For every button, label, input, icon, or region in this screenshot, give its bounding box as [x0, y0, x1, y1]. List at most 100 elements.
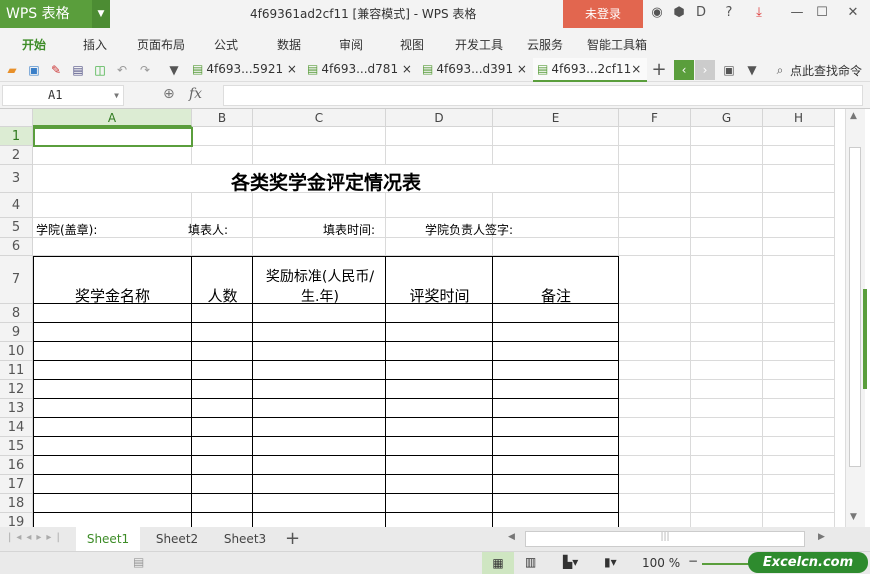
cell[interactable] — [691, 494, 763, 513]
close-tab-icon[interactable]: × — [402, 62, 412, 76]
column-header-F[interactable]: F — [619, 109, 691, 127]
cell[interactable] — [253, 380, 386, 399]
tab-formulas[interactable]: 公式 — [214, 36, 238, 53]
new-tab-icon[interactable]: + — [651, 61, 667, 79]
doc-tab-1[interactable]: ▤ 4f693...5921 × — [188, 58, 297, 82]
cell[interactable] — [33, 494, 192, 513]
minimize-icon[interactable]: — — [790, 6, 804, 20]
cell[interactable] — [691, 256, 763, 304]
fx-icon[interactable]: fx — [189, 86, 202, 102]
scroll-up-icon[interactable]: ▲ — [850, 111, 857, 121]
command-search[interactable]: 点此查找命令 — [790, 62, 862, 79]
cell[interactable] — [691, 437, 763, 456]
login-button[interactable]: 未登录 — [563, 0, 643, 28]
cell[interactable] — [253, 418, 386, 437]
row-header-18[interactable]: 18 — [0, 494, 33, 513]
cell[interactable] — [33, 456, 192, 475]
cell[interactable] — [691, 361, 763, 380]
feedback-icon[interactable]: D — [694, 6, 708, 20]
cell[interactable] — [253, 437, 386, 456]
tab-list-icon[interactable]: ▣ — [721, 62, 737, 78]
cell[interactable] — [192, 437, 253, 456]
cell[interactable] — [386, 456, 493, 475]
cell[interactable] — [763, 127, 835, 146]
row-header-4[interactable]: 4 — [0, 193, 33, 218]
help-icon[interactable]: ? — [722, 6, 736, 20]
cell[interactable] — [619, 342, 691, 361]
print-icon[interactable]: ▤ — [70, 62, 86, 78]
skin-icon[interactable]: ◉ — [650, 6, 664, 20]
cell[interactable] — [691, 342, 763, 361]
doc-tab-3[interactable]: ▤ 4f693...d391 × — [418, 58, 527, 82]
cell[interactable] — [386, 238, 493, 256]
row-header-13[interactable]: 13 — [0, 399, 33, 418]
tab-page-layout[interactable]: 页面布局 — [137, 36, 185, 53]
row-header-17[interactable]: 17 — [0, 475, 33, 494]
sheet-tab-sheet3[interactable]: Sheet3 — [213, 527, 277, 551]
cell[interactable] — [386, 475, 493, 494]
close-icon[interactable]: ✕ — [846, 6, 860, 20]
cell[interactable] — [493, 456, 619, 475]
cell[interactable] — [691, 418, 763, 437]
cell[interactable] — [253, 513, 386, 527]
column-header-B[interactable]: B — [192, 109, 253, 127]
cell[interactable] — [33, 513, 192, 527]
cell[interactable] — [192, 146, 253, 165]
pin-icon[interactable]: ▼ — [744, 62, 760, 78]
cell[interactable] — [253, 342, 386, 361]
eye-protect-icon[interactable]: ▮▾ — [604, 555, 617, 569]
cell[interactable] — [493, 342, 619, 361]
tab-view[interactable]: 视图 — [400, 36, 424, 53]
column-header-A[interactable]: A — [33, 109, 192, 127]
cell[interactable] — [253, 193, 386, 218]
row-header-10[interactable]: 10 — [0, 342, 33, 361]
cell[interactable] — [691, 218, 763, 238]
tab-next-icon[interactable]: › — [695, 60, 715, 80]
cell[interactable] — [763, 146, 835, 165]
cell[interactable] — [763, 418, 835, 437]
cell[interactable] — [192, 456, 253, 475]
cell[interactable] — [33, 193, 192, 218]
cell[interactable] — [619, 456, 691, 475]
zoom-slider[interactable] — [702, 563, 752, 565]
more-dropdown-icon[interactable]: ▼ — [166, 62, 182, 78]
spreadsheet-grid[interactable]: A B C D E F G H 1 2 3 4 5 6 7 8 9 10 11 12 13 14 15 16 17 18 19 各类奖… — [0, 109, 845, 527]
cell[interactable] — [386, 494, 493, 513]
cell[interactable] — [763, 165, 835, 193]
scroll-left-icon[interactable]: ◀ — [508, 532, 515, 542]
zoom-out-icon[interactable]: − — [688, 554, 698, 568]
cell[interactable] — [763, 361, 835, 380]
cell[interactable] — [493, 494, 619, 513]
zoom-formula-icon[interactable]: ⊕ — [163, 86, 175, 102]
cell[interactable] — [253, 146, 386, 165]
side-panel-handle[interactable] — [863, 289, 867, 389]
cell[interactable] — [386, 399, 493, 418]
cell[interactable] — [619, 418, 691, 437]
sheet-tab-sheet2[interactable]: Sheet2 — [145, 527, 209, 551]
cell[interactable] — [691, 475, 763, 494]
scroll-right-icon[interactable]: ▶ — [818, 532, 825, 542]
column-header-E[interactable]: E — [493, 109, 619, 127]
settings-icon[interactable]: ⬢ — [672, 6, 686, 20]
cell[interactable] — [763, 513, 835, 527]
cell[interactable] — [253, 494, 386, 513]
formula-input[interactable] — [223, 85, 863, 106]
cell[interactable] — [493, 146, 619, 165]
zoom-level[interactable]: 100 % — [642, 556, 680, 570]
doc-tab-4[interactable]: ▤ 4f693...2cf11× — [533, 58, 647, 82]
row-header-9[interactable]: 9 — [0, 323, 33, 342]
cell[interactable] — [192, 361, 253, 380]
close-tab-icon[interactable]: × — [631, 62, 641, 76]
cell[interactable] — [253, 238, 386, 256]
cell[interactable] — [691, 380, 763, 399]
normal-view-icon[interactable]: ▦ — [482, 552, 514, 574]
cell[interactable] — [386, 380, 493, 399]
cell[interactable] — [493, 238, 619, 256]
redo-icon[interactable]: ↷ — [137, 62, 153, 78]
cell[interactable] — [691, 399, 763, 418]
column-header-H[interactable]: H — [763, 109, 835, 127]
cell[interactable] — [386, 193, 493, 218]
tab-data[interactable]: 数据 — [277, 36, 301, 53]
cell[interactable] — [192, 380, 253, 399]
cell[interactable] — [192, 494, 253, 513]
